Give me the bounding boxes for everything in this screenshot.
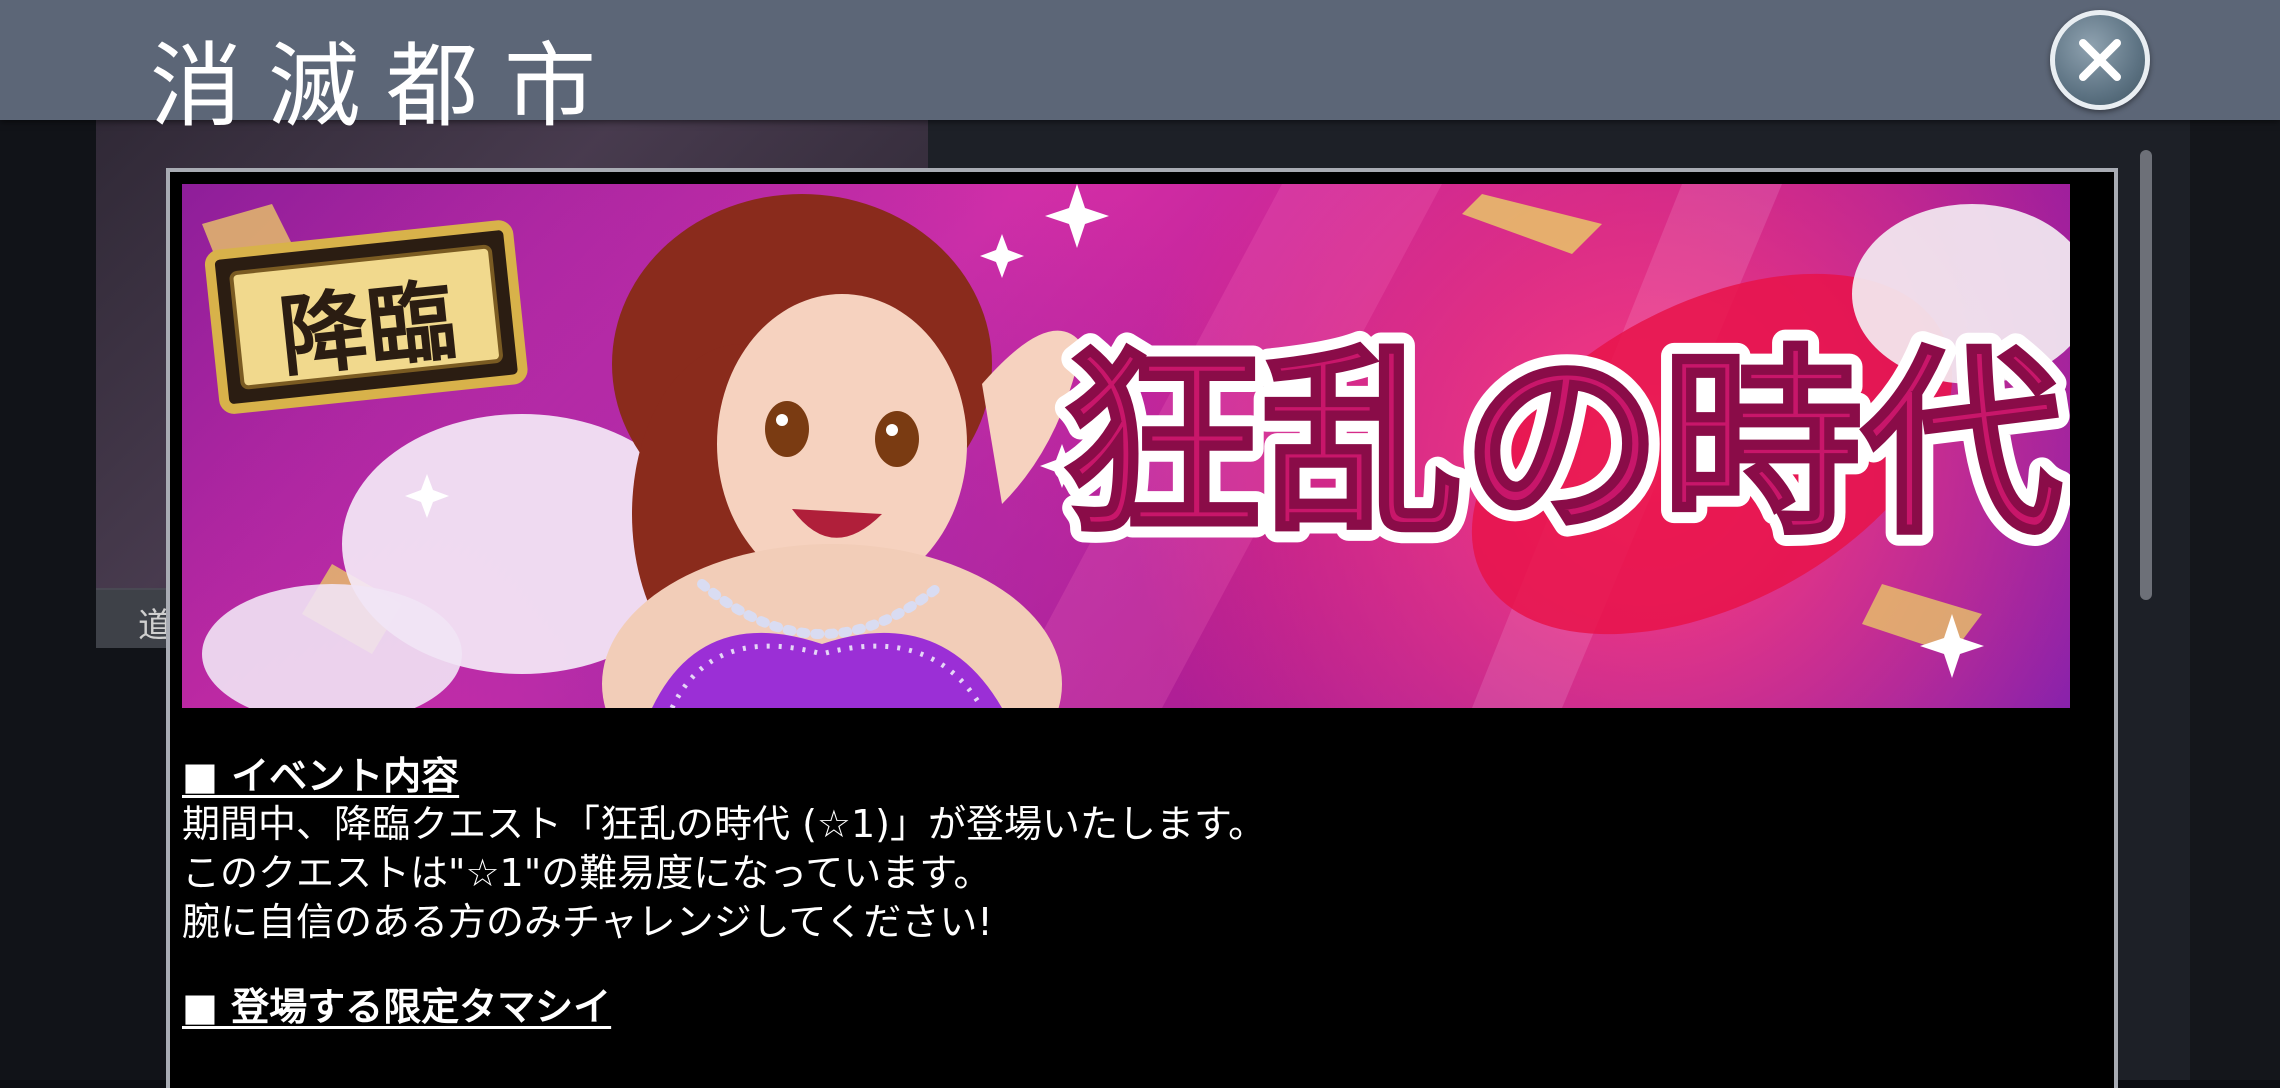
app-title: 消滅都市 xyxy=(150,33,623,140)
event-detail-modal: 降臨 狂乱の時代 狂乱の時代 ■ イベント内容 期間中、降臨クエスト「狂乱の時代… xyxy=(166,168,2118,1088)
close-icon xyxy=(2079,39,2121,81)
close-button[interactable] xyxy=(2050,10,2150,110)
banner-badge-text: 降臨 xyxy=(275,269,461,390)
description-line: このクエストは"☆1"の難易度になっています。 xyxy=(182,851,992,895)
background-edge xyxy=(2190,120,2280,1080)
header-bar: 消滅都市 xyxy=(0,0,2280,140)
event-banner: 降臨 狂乱の時代 狂乱の時代 xyxy=(182,184,2070,708)
description-line: 期間中、降臨クエスト「狂乱の時代 (☆1)」が登場いたします。 xyxy=(182,802,1267,846)
banner-title-text: 狂乱の時代 xyxy=(1062,329,2062,562)
event-description: ■ イベント内容 期間中、降臨クエスト「狂乱の時代 (☆1)」が登場いたします。… xyxy=(182,752,2062,1031)
section-heading-event-details: ■ イベント内容 xyxy=(182,754,460,798)
section-heading-limited-souls: ■ 登場する限定タマシイ xyxy=(182,985,612,1029)
background-scrollbar[interactable] xyxy=(2140,150,2152,600)
event-banner-art: 降臨 狂乱の時代 狂乱の時代 xyxy=(202,184,2070,708)
description-line: 腕に自信のある方のみチャレンジしてください! xyxy=(182,900,993,944)
